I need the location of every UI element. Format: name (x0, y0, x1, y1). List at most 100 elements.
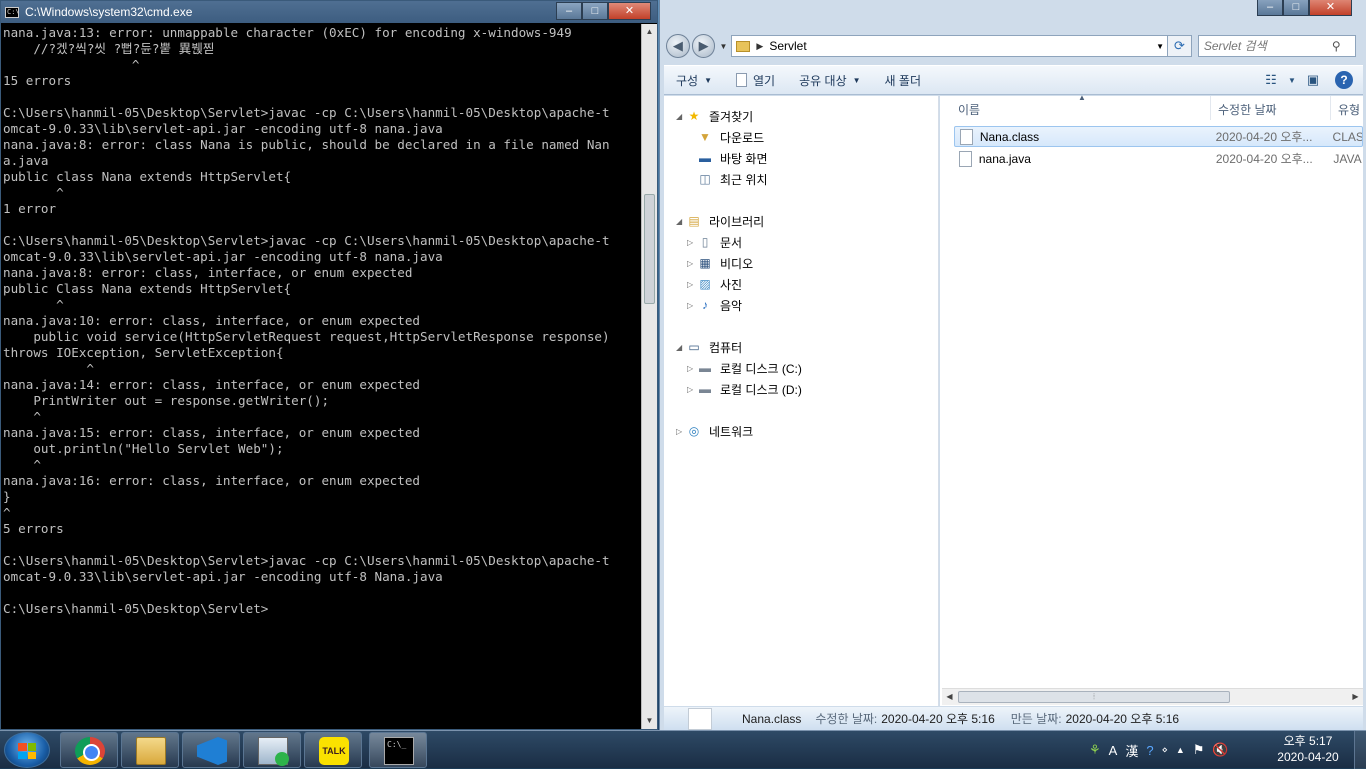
ime-hanja[interactable]: 漢 (1125, 741, 1138, 760)
column-header-modified[interactable]: 수정한 날짜 (1218, 101, 1277, 118)
cmd-window-title: C:\Windows\system32\cmd.exe (25, 5, 193, 19)
taskbar-chrome[interactable] (60, 732, 118, 768)
new-folder-button[interactable]: 새 폴더 (873, 72, 933, 89)
ime-options-icon[interactable]: ⋄ (1162, 745, 1168, 756)
nav-documents-label: 문서 (720, 235, 743, 250)
explorer-window[interactable]: – □ ✕ ◀ ▶ ▼ ▶ Servlet ▼ ⟳ ⚲ 구성 (659, 0, 1366, 730)
breadcrumb-servlet[interactable]: Servlet (769, 39, 1153, 53)
expanded-triangle-icon[interactable]: ◢ (676, 343, 686, 352)
recent-places-icon: ◫ (699, 172, 711, 186)
view-options-icon[interactable]: ☷ (1257, 72, 1285, 88)
explorer-titlebar[interactable]: – □ ✕ (660, 0, 1366, 30)
file-row-nana-java[interactable]: nana.java 2020-04-20 오후... JAVA (954, 148, 1363, 169)
column-header-type[interactable]: 유형 (1338, 101, 1360, 118)
collapsed-triangle-icon[interactable]: ▷ (687, 280, 697, 289)
clock[interactable]: 오후 5:17 2020-04-20 (1262, 733, 1354, 765)
scroll-up-arrow-icon[interactable]: ▲ (642, 24, 657, 40)
cmd-line: a.java (3, 153, 49, 168)
taskbar-java-app[interactable] (243, 732, 301, 768)
cmd-scroll-thumb[interactable] (644, 194, 655, 304)
scroll-right-arrow-icon[interactable]: ▶ (1348, 689, 1363, 705)
hscroll-thumb[interactable]: ⦙ (958, 691, 1230, 703)
nav-recent[interactable]: ◫ 최근 위치 (697, 169, 768, 189)
nav-videos[interactable]: ▷ ▦ 비디오 (687, 253, 753, 273)
breadcrumb-chevron-icon[interactable]: ▶ (756, 41, 763, 52)
cmd-scrollbar[interactable]: ▲ ▼ (641, 24, 657, 729)
collapsed-triangle-icon[interactable]: ▷ (687, 364, 697, 373)
expanded-triangle-icon[interactable]: ◢ (676, 217, 686, 226)
collapsed-triangle-icon[interactable]: ▷ (687, 385, 697, 394)
nav-favorites[interactable]: ◢ ★ 즐겨찾기 (676, 106, 753, 126)
explorer-close-button[interactable]: ✕ (1309, 0, 1352, 16)
taskbar-vscode[interactable] (182, 732, 240, 768)
cmd-line: nana.java:10: error: class, interface, o… (3, 313, 421, 328)
explorer-minimize-button[interactable]: – (1257, 0, 1283, 16)
organize-button[interactable]: 구성 ▼ (664, 72, 724, 89)
nav-pictures[interactable]: ▷ ▨ 사진 (687, 274, 742, 294)
cmd-maximize-button[interactable]: □ (582, 1, 608, 20)
address-bar[interactable]: ▶ Servlet ▼ (731, 35, 1169, 57)
open-button[interactable]: 열기 (724, 72, 787, 89)
action-center-flag-icon[interactable]: ⚑ (1193, 742, 1205, 758)
nav-drive-c[interactable]: ▷ ▬ 로컬 디스크 (C:) (687, 358, 802, 378)
volume-muted-icon[interactable]: 🔇 (1212, 742, 1228, 758)
explorer-maximize-button[interactable]: □ (1283, 0, 1309, 16)
column-divider[interactable] (1330, 96, 1331, 120)
back-button[interactable]: ◀ (666, 34, 690, 58)
cmd-line (3, 585, 642, 601)
help-icon[interactable]: ? (1335, 71, 1353, 89)
cmd-close-button[interactable]: ✕ (608, 1, 651, 20)
start-button[interactable] (4, 732, 50, 768)
show-desktop-button[interactable] (1354, 731, 1366, 769)
file-list-hscrollbar[interactable]: ◀ ⦙ ▶ (942, 688, 1363, 705)
downloads-folder-icon: ▼ (699, 130, 711, 144)
forward-button[interactable]: ▶ (691, 34, 716, 58)
search-icon[interactable]: ⚲ (1332, 39, 1341, 53)
disk-drive-icon: ▬ (699, 382, 711, 396)
cmd-window[interactable]: C:\ C:\Windows\system32\cmd.exe – □ ✕ ^n… (0, 0, 658, 730)
cmd-minimize-button[interactable]: – (556, 1, 582, 20)
nav-downloads[interactable]: ▼ 다운로드 (697, 127, 764, 147)
cmd-titlebar[interactable]: C:\ C:\Windows\system32\cmd.exe – □ ✕ (1, 1, 657, 23)
column-divider[interactable] (1210, 96, 1211, 120)
nav-music[interactable]: ▷ ♪ 음악 (687, 295, 742, 315)
help-icon[interactable]: ? (1146, 743, 1153, 758)
address-dropdown-icon[interactable]: ▼ (1153, 42, 1167, 51)
file-row-nana-class[interactable]: Nana.class 2020-04-20 오후... CLASS (954, 126, 1363, 147)
collapsed-triangle-icon[interactable]: ▷ (687, 301, 697, 310)
ime-alpha[interactable]: A (1109, 743, 1118, 758)
nav-documents[interactable]: ▷ ▯ 문서 (687, 232, 742, 252)
expanded-triangle-icon[interactable]: ◢ (676, 112, 686, 121)
folder-icon (736, 40, 751, 52)
ime-icon[interactable]: ⚘ (1089, 742, 1101, 758)
nav-computer[interactable]: ◢ ▭ 컴퓨터 (676, 337, 742, 357)
nav-recent-label: 최근 위치 (720, 172, 768, 187)
computer-icon: ▭ (688, 340, 700, 354)
taskbar-cmd[interactable]: C:\_ (369, 732, 427, 768)
share-button[interactable]: 공유 대상 ▼ (787, 72, 872, 89)
chevron-down-icon: ▼ (704, 75, 713, 85)
cmd-console[interactable]: ^ nana.java:13: error: unmappable charact… (1, 24, 642, 729)
nav-libraries[interactable]: ◢ ▤ 라이브러리 (676, 211, 764, 231)
search-input[interactable] (1203, 39, 1332, 53)
show-hidden-icons-chevron-icon[interactable]: ▲ (1176, 745, 1185, 755)
view-dropdown-icon[interactable]: ▼ (1285, 76, 1299, 85)
collapsed-triangle-icon[interactable]: ▷ (687, 259, 697, 268)
column-header-name[interactable]: 이름 (958, 101, 980, 118)
search-box[interactable]: ⚲ (1197, 35, 1356, 57)
taskbar-explorer[interactable] (121, 732, 179, 768)
collapsed-triangle-icon[interactable]: ▷ (687, 238, 697, 247)
java-launcher-icon (258, 737, 289, 766)
collapsed-triangle-icon[interactable]: ▷ (676, 427, 686, 436)
cmd-line (3, 217, 642, 233)
cmd-line: C:\Users\hanmil-05\Desktop\Servlet>javac… (3, 105, 610, 120)
scroll-down-arrow-icon[interactable]: ▼ (642, 713, 657, 729)
scroll-left-arrow-icon[interactable]: ◀ (942, 689, 957, 705)
refresh-button[interactable]: ⟳ (1168, 35, 1192, 57)
recent-pages-dropdown-icon[interactable]: ▼ (719, 42, 727, 51)
preview-pane-icon[interactable]: ▣ (1299, 72, 1327, 88)
nav-drive-d[interactable]: ▷ ▬ 로컬 디스크 (D:) (687, 379, 802, 399)
nav-desktop[interactable]: ▬ 바탕 화면 (697, 148, 768, 168)
taskbar-kakaotalk[interactable]: TALK (304, 732, 362, 768)
nav-network[interactable]: ▷ ◎ 네트워크 (676, 421, 753, 441)
